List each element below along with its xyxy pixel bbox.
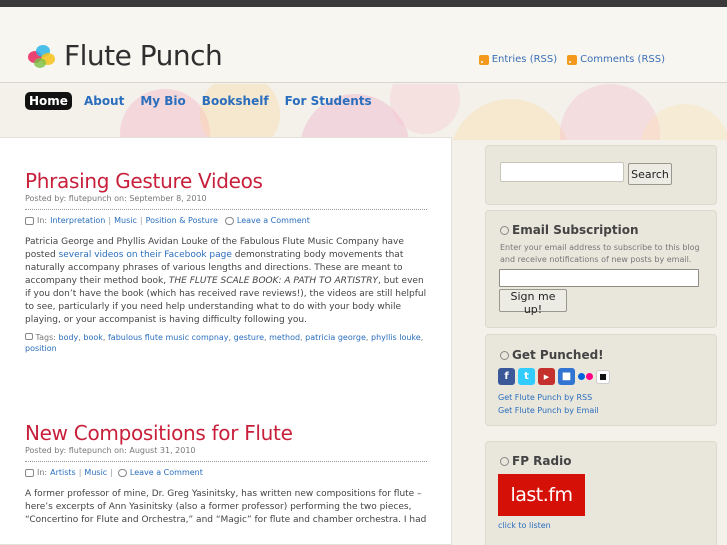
comment-icon xyxy=(224,216,234,225)
post-new-compositions: New Compositions for Flute Posted by: fl… xyxy=(25,421,427,528)
tag-icon xyxy=(25,333,33,340)
main-nav: Home About My Bio Bookshelf For Students xyxy=(25,92,376,110)
feed-links: Entries (RSS) Comments (RSS) xyxy=(478,54,665,65)
widget-icon xyxy=(500,225,509,235)
twitter-icon[interactable]: t xyxy=(518,368,535,385)
tag-link[interactable]: gesture xyxy=(234,333,264,342)
tag-link[interactable]: position xyxy=(25,344,57,353)
nav-my-bio[interactable]: My Bio xyxy=(136,92,189,110)
category-link[interactable]: Position & Posture xyxy=(146,216,218,225)
youtube-icon[interactable]: ▶ xyxy=(538,368,555,385)
rss-icon xyxy=(478,54,489,65)
email-field[interactable] xyxy=(499,269,699,287)
category-link[interactable]: Music xyxy=(114,216,137,225)
facebook-icon[interactable]: f xyxy=(498,368,515,385)
divider xyxy=(25,209,427,210)
tag-link[interactable]: book xyxy=(83,333,103,342)
widget-icon xyxy=(500,350,509,360)
lastfm-logo[interactable]: last.fm xyxy=(498,474,585,516)
post-categories: In: Artists | Music | Leave a Comment xyxy=(25,468,427,477)
flickr-icon[interactable] xyxy=(578,373,593,380)
tag-link[interactable]: phyllis louke xyxy=(371,333,421,342)
post-tags: Tags: body, book, fabulous flute music c… xyxy=(25,333,424,353)
folder-icon xyxy=(25,216,34,225)
facebook-videos-link[interactable]: several videos on their Facebook page xyxy=(59,250,232,260)
comment-icon xyxy=(117,468,127,477)
sign-up-button[interactable]: Sign me up! xyxy=(499,289,567,316)
tag-link[interactable]: fabulous flute music compnay xyxy=(108,333,229,342)
delicious-icon[interactable]: ■ xyxy=(558,368,575,385)
social-icons: f t ▶ ■ xyxy=(498,368,610,385)
tag-link[interactable]: body xyxy=(59,333,79,342)
rss-icon xyxy=(567,54,578,65)
tag-link[interactable]: method xyxy=(269,333,300,342)
email-subscribe-link[interactable]: Get Flute Punch by Email xyxy=(498,406,599,415)
entries-rss-link[interactable]: Entries (RSS) xyxy=(478,54,557,65)
tag-link[interactable]: patricia george xyxy=(305,333,366,342)
search-widget: Search xyxy=(485,145,717,205)
nav-bookshelf[interactable]: Bookshelf xyxy=(198,92,273,110)
post-title[interactable]: New Compositions for Flute xyxy=(25,421,427,445)
post-categories: In: Interpretation | Music | Position & … xyxy=(25,216,427,225)
widget-title: FP Radio xyxy=(500,454,571,468)
search-button[interactable]: Search xyxy=(628,163,672,185)
click-to-listen-link[interactable]: click to listen xyxy=(498,521,551,530)
logo-icon xyxy=(28,45,55,68)
rss-subscribe-link[interactable]: Get Flute Punch by RSS xyxy=(498,393,592,402)
post-body: A former professor of mine, Dr. Greg Yas… xyxy=(25,489,427,525)
site-header: Flute Punch Entries (RSS) Comments (RSS) xyxy=(0,7,727,83)
category-link[interactable]: Interpretation xyxy=(50,216,105,225)
widget-title: Get Punched! xyxy=(500,348,604,362)
search-input[interactable] xyxy=(500,162,624,182)
post-meta: Posted by: flutepunch on: August 31, 201… xyxy=(25,446,196,455)
post-phrasing-gesture-videos: Phrasing Gesture Videos Posted by: flute… xyxy=(25,169,427,354)
post-meta: Posted by: flutepunch on: September 8, 2… xyxy=(25,194,207,203)
widget-title: Email Subscription xyxy=(500,223,639,237)
leave-comment-link[interactable]: Leave a Comment xyxy=(237,216,310,225)
leave-comment-link[interactable]: Leave a Comment xyxy=(130,468,203,477)
nav-home[interactable]: Home xyxy=(25,92,72,110)
category-link[interactable]: Artists xyxy=(50,468,76,477)
nav-about[interactable]: About xyxy=(80,92,128,110)
widget-icon xyxy=(500,456,509,466)
category-link[interactable]: Music xyxy=(84,468,107,477)
folder-icon xyxy=(25,468,34,477)
divider xyxy=(25,461,427,462)
post-title[interactable]: Phrasing Gesture Videos xyxy=(25,169,427,193)
top-bar xyxy=(0,0,727,7)
email-description: Enter your email address to subscribe to… xyxy=(500,243,700,264)
stumble-icon[interactable] xyxy=(596,369,610,384)
nav-for-students[interactable]: For Students xyxy=(281,92,376,110)
site-title[interactable]: Flute Punch xyxy=(64,39,223,72)
comments-rss-link[interactable]: Comments (RSS) xyxy=(567,54,665,65)
post-body: Patricia George and Phyllis Avidan Louke… xyxy=(25,237,427,325)
